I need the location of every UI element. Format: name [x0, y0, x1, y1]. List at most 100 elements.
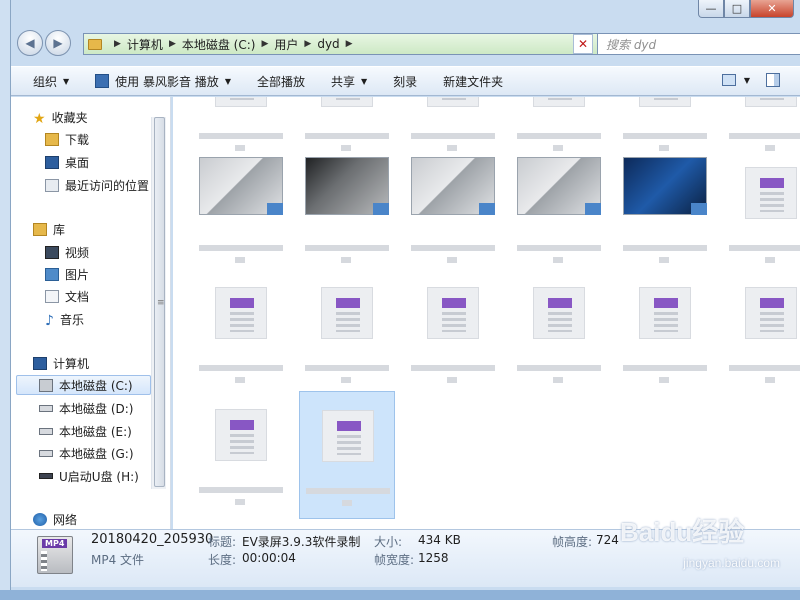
window-controls: — □ ✕ — [698, 0, 794, 18]
star-icon: ★ — [33, 110, 46, 127]
change-view-icon[interactable] — [721, 74, 736, 86]
nav-documents[interactable]: 文档 — [45, 286, 89, 306]
new-folder-button[interactable]: 新建文件夹 — [443, 73, 503, 90]
file-tile[interactable] — [405, 269, 501, 397]
scrollbar-thumb[interactable]: ≡ — [154, 117, 165, 487]
video-library-icon — [45, 245, 59, 259]
chevron-down-icon[interactable]: ▼ — [744, 76, 750, 85]
filename-blurred — [199, 365, 283, 371]
organize-label: 组织 — [33, 74, 58, 89]
detail-height-label: 帧高度: — [552, 535, 593, 549]
network-icon — [33, 512, 47, 526]
breadcrumb-computer[interactable]: 计算机 — [127, 36, 163, 53]
mp4-file-icon — [215, 409, 267, 461]
nav-label: 图片 — [65, 267, 90, 282]
nav-scrollbar[interactable]: ≡ — [151, 117, 166, 489]
filename-blurred — [553, 257, 563, 263]
filename-blurred — [659, 257, 669, 263]
file-tile[interactable] — [193, 269, 289, 397]
play-all-button[interactable]: 全部播放 — [257, 73, 305, 90]
music-note-icon: ♪ — [45, 312, 54, 329]
watermark-url: jingyan.baidu.com — [683, 556, 780, 570]
nav-favorites[interactable]: ★ 收藏夹 — [33, 107, 88, 127]
detail-size-label: 大小: — [374, 535, 403, 549]
video-thumbnail — [305, 157, 389, 215]
nav-videos[interactable]: 视频 — [45, 242, 89, 262]
back-button[interactable]: ◀ — [17, 30, 43, 56]
search-input[interactable]: 搜索 dyd — [597, 33, 800, 55]
file-tile[interactable] — [723, 149, 800, 277]
nav-downloads[interactable]: 下载 — [45, 129, 89, 149]
film-strip-icon — [760, 192, 784, 212]
nav-drive-c[interactable]: 本地磁盘 (C:) — [16, 375, 151, 395]
play-with-button[interactable]: 使用 暴风影音 播放 ▼ — [95, 73, 231, 90]
nav-usb[interactable]: U启动U盘 (H:) — [39, 466, 139, 486]
maximize-button[interactable]: □ — [724, 0, 750, 18]
chevron-right-icon: ▶ — [114, 39, 121, 49]
mp4-label-icon — [230, 298, 254, 308]
mp4-file-icon — [427, 287, 479, 339]
nav-network[interactable]: 网络 — [33, 509, 77, 529]
file-tile[interactable] — [617, 149, 713, 277]
nav-drive-d[interactable]: 本地磁盘 (D:) — [39, 398, 133, 418]
nav-label: 下载 — [65, 132, 90, 147]
drive-icon — [39, 427, 53, 435]
breadcrumb-dyd[interactable]: dyd — [317, 37, 339, 51]
mp4-badge: MP4 — [42, 539, 68, 548]
folder-icon — [88, 38, 102, 50]
mp4-file-icon — [745, 167, 797, 219]
nav-label: U启动U盘 (H:) — [59, 469, 139, 484]
filename-blurred — [199, 487, 283, 493]
detail-size-value: 434 KB — [418, 533, 461, 547]
film-strip-icon — [548, 97, 572, 100]
nav-label: 本地磁盘 (G:) — [59, 446, 134, 461]
nav-drive-g[interactable]: 本地磁盘 (G:) — [39, 443, 134, 463]
nav-computer[interactable]: 计算机 — [33, 353, 89, 373]
nav-desktop[interactable]: 桌面 — [45, 152, 89, 172]
detail-title-value[interactable]: EV录屏3.9.3软件录制 — [242, 533, 360, 550]
file-tile[interactable] — [511, 149, 607, 277]
file-tile[interactable] — [299, 269, 395, 397]
file-tile[interactable] — [193, 149, 289, 277]
filename-blurred — [411, 245, 495, 251]
detail-filename: 20180420_205930 — [91, 532, 214, 547]
close-button[interactable]: ✕ — [750, 0, 794, 18]
stop-icon[interactable]: ✕ — [573, 34, 593, 54]
minimize-button[interactable]: — — [698, 0, 724, 18]
chevron-right-icon: ▶ — [304, 39, 312, 49]
file-tile[interactable] — [299, 391, 395, 519]
organize-button[interactable]: 组织 ▼ — [33, 73, 69, 90]
film-strip-icon — [230, 97, 254, 100]
mp4-file-icon — [427, 97, 479, 107]
nav-recent[interactable]: 最近访问的位置 — [45, 175, 149, 195]
nav-drive-e[interactable]: 本地磁盘 (E:) — [39, 421, 132, 441]
chevron-down-icon: ▼ — [361, 76, 368, 86]
address-bar[interactable]: ▶ 计算机 ▶ 本地磁盘 (C:) ▶ 用户 ▶ dyd ▶ ▼ — [83, 33, 599, 55]
mp4-file-icon: MP4 — [37, 536, 73, 574]
filename-blurred — [765, 257, 775, 263]
nav-label: 桌面 — [65, 155, 90, 170]
nav-libraries[interactable]: 库 — [33, 219, 65, 239]
file-type-badge-icon — [585, 203, 601, 215]
breadcrumb-users[interactable]: 用户 — [274, 36, 298, 53]
mp4-file-icon — [321, 97, 373, 107]
file-tile[interactable] — [405, 149, 501, 277]
mp4-file-icon — [533, 97, 585, 107]
file-tile[interactable] — [723, 269, 800, 397]
nav-pictures[interactable]: 图片 — [45, 264, 89, 284]
file-tile[interactable] — [511, 269, 607, 397]
filename-blurred — [553, 377, 563, 383]
file-tile[interactable] — [299, 149, 395, 277]
share-button[interactable]: 共享 ▼ — [331, 73, 367, 90]
file-tile[interactable] — [617, 269, 713, 397]
nav-music[interactable]: ♪ 音乐 — [45, 309, 84, 329]
filename-blurred — [517, 245, 601, 251]
breadcrumb-drive-c[interactable]: 本地磁盘 (C:) — [182, 36, 256, 53]
forward-button[interactable]: ▶ — [45, 30, 71, 56]
filename-blurred — [199, 245, 283, 251]
preview-pane-icon[interactable] — [766, 73, 780, 87]
burn-button[interactable]: 刻录 — [393, 73, 417, 90]
file-tile[interactable] — [193, 391, 289, 519]
mp4-label-icon — [336, 298, 360, 308]
film-strip-icon — [442, 97, 466, 100]
